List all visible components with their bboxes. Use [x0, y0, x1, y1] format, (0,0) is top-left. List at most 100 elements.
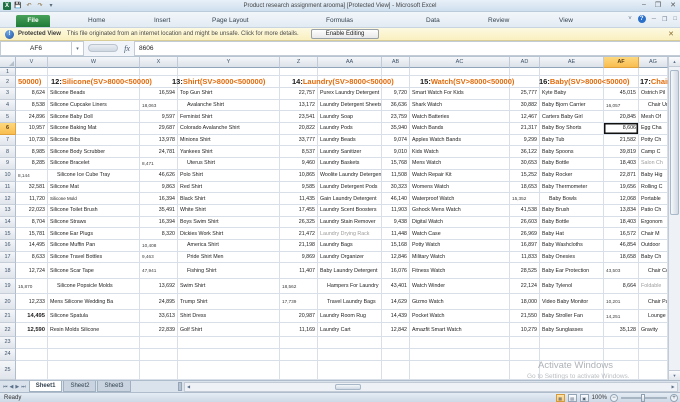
cell[interactable]: 20,987 — [280, 309, 318, 324]
cell[interactable]: Dickies Work Shirt — [178, 228, 280, 240]
cell[interactable]: Top Gun Shirt — [178, 88, 280, 100]
cell[interactable] — [178, 348, 280, 361]
scroll-down-icon[interactable]: ▼ — [669, 370, 680, 380]
cell[interactable] — [48, 348, 140, 361]
cell[interactable]: Laundry Detergent Sheets — [318, 99, 382, 112]
cell[interactable]: 11,435 — [280, 193, 318, 205]
row-header-10[interactable]: 10 — [0, 169, 16, 182]
cell[interactable]: 14,251 — [604, 309, 639, 324]
col-header-AE[interactable]: AE — [540, 57, 604, 68]
cell[interactable]: 30,882 — [510, 99, 540, 112]
cell[interactable]: 35,128 — [604, 323, 639, 337]
cell[interactable]: Feminist Shirt — [178, 111, 280, 124]
cell[interactable]: Baby Bjorn Carrier — [540, 99, 604, 112]
row-header-15[interactable]: 15 — [0, 228, 16, 240]
cell[interactable]: Silicone Mold — [48, 193, 140, 205]
minimize-icon[interactable]: – — [642, 1, 646, 9]
cell[interactable] — [318, 68, 382, 76]
tab-file[interactable]: File — [16, 15, 50, 27]
cell[interactable]: 20,845 — [604, 111, 639, 124]
cell[interactable]: Portable — [639, 193, 668, 205]
fx-icon[interactable]: fx — [120, 41, 134, 56]
cell[interactable] — [510, 76, 540, 88]
tab-home[interactable]: Home — [84, 15, 109, 27]
cell[interactable]: 28,525 — [510, 263, 540, 279]
tab-last-icon[interactable]: ⏭ — [21, 384, 26, 390]
cell[interactable]: Watch Bands — [410, 123, 510, 135]
row-header-18[interactable]: 18 — [0, 263, 16, 279]
enable-editing-button[interactable]: Enable Editing — [310, 29, 380, 39]
cell[interactable]: Chair Un — [639, 99, 668, 112]
cell[interactable]: Swim Shirt — [178, 278, 280, 295]
cell[interactable]: Silicone Bracelet — [48, 158, 140, 170]
cell[interactable]: Polo Shirt — [178, 169, 280, 182]
row-header-7[interactable]: 7 — [0, 134, 16, 147]
cell[interactable]: Baby Boy Shorts — [540, 123, 604, 135]
cell[interactable] — [16, 68, 48, 76]
cell[interactable]: Baby Stroller Fan — [540, 309, 604, 324]
cell[interactable]: Baby Washcloths — [540, 239, 604, 252]
cell[interactable]: Silicone Scar Tape — [48, 263, 140, 279]
row-header-19[interactable]: 19 — [0, 278, 16, 295]
cell[interactable] — [639, 348, 668, 361]
help-icon[interactable]: ? — [637, 15, 646, 23]
cell[interactable]: Baby Brush — [540, 204, 604, 217]
cell[interactable]: 16,594 — [140, 88, 178, 100]
name-box[interactable]: AF6 — [0, 41, 72, 56]
cell[interactable]: Baby Bowls — [540, 193, 604, 205]
cell[interactable]: Silicone Bibs — [48, 134, 140, 147]
col-header-W[interactable]: W — [48, 57, 140, 68]
cell[interactable]: Silicone Straws — [48, 216, 140, 229]
cell[interactable]: Fitness Watch — [410, 263, 510, 279]
workbook-restore-icon[interactable]: ❐ — [662, 16, 667, 23]
cell[interactable]: 12,846 — [382, 251, 410, 264]
cell[interactable]: 41,538 — [510, 204, 540, 217]
cell[interactable]: 14,629 — [382, 294, 410, 310]
cell[interactable]: 11,448 — [382, 228, 410, 240]
cell[interactable]: Lounge — [639, 309, 668, 324]
cell[interactable]: 13,172 — [280, 99, 318, 112]
cell[interactable]: Uterus Shirt — [178, 158, 280, 170]
cell[interactable]: 9,299 — [510, 134, 540, 147]
cell[interactable]: 9,074 — [382, 134, 410, 147]
cell[interactable]: 21,550 — [510, 309, 540, 324]
cell[interactable]: Kids Watch — [410, 146, 510, 159]
cell[interactable]: 14,495 — [16, 309, 48, 324]
cell[interactable]: Mens Silicone Wedding Ba — [48, 294, 140, 310]
cell[interactable]: 46,140 — [382, 193, 410, 205]
cell[interactable]: 10,201 — [604, 294, 639, 310]
cell[interactable] — [16, 348, 48, 361]
cell[interactable] — [280, 336, 318, 349]
cell[interactable]: America Shirt — [178, 239, 280, 252]
cell[interactable]: 33,613 — [140, 309, 178, 324]
tab-prev-icon[interactable]: ◀ — [10, 384, 14, 390]
cell[interactable]: 16,394 — [140, 193, 178, 205]
cell[interactable]: 11,508 — [382, 169, 410, 182]
cell[interactable]: 8,537 — [280, 146, 318, 159]
cell[interactable]: 10,730 — [16, 134, 48, 147]
cell[interactable]: Pride Shirt Men — [178, 251, 280, 264]
cell[interactable]: Kyte Baby — [540, 88, 604, 100]
cell[interactable]: 24,896 — [16, 111, 48, 124]
cell[interactable]: 39,819 — [604, 146, 639, 159]
cell[interactable]: 43,503 — [604, 263, 639, 279]
cell[interactable]: 36,636 — [382, 99, 410, 112]
cell[interactable]: Resin Molds Silicone — [48, 323, 140, 337]
cell[interactable]: Watch Winder — [410, 278, 510, 295]
cell[interactable]: Camp C — [639, 146, 668, 159]
cell[interactable]: 8,144 — [16, 169, 48, 182]
cell[interactable]: Baby Ear Protection — [540, 263, 604, 279]
cell[interactable]: 14,439 — [382, 309, 410, 324]
cell[interactable]: Watch Batteries — [410, 111, 510, 124]
cell[interactable]: Trump Shirt — [178, 294, 280, 310]
cell[interactable]: 19,656 — [604, 181, 639, 194]
cell[interactable]: Baby Onesies — [540, 251, 604, 264]
cell[interactable]: 10,865 — [280, 169, 318, 182]
cell[interactable]: 46,854 — [604, 239, 639, 252]
horizontal-scrollbar[interactable]: ◀ ▶ — [183, 381, 678, 392]
cell[interactable] — [540, 336, 604, 349]
cell[interactable]: 35,491 — [140, 204, 178, 217]
cell[interactable] — [382, 348, 410, 361]
cell[interactable]: 9,463 — [140, 251, 178, 264]
row-header-9[interactable]: 9 — [0, 158, 16, 170]
